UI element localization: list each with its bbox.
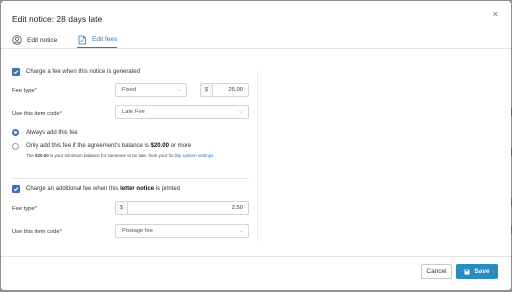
tab-edit-notice[interactable]: Edit notice [12,32,57,48]
generated-fee-type-select[interactable]: Fixed ⌵ [115,83,187,97]
select-value: Late Fee [122,109,145,115]
generated-fee-type-label: Fee type* [12,88,37,94]
conditional-fee-radio[interactable] [12,143,19,150]
close-icon[interactable]: × [493,9,498,19]
cancel-button[interactable]: Cancel [421,264,452,279]
check-icon [13,70,19,75]
conditional-fee-label: Only add this fee if the agreement's bal… [26,143,192,149]
generated-fee-checkbox[interactable] [12,68,20,76]
always-add-fee-label: Always add this fee [26,130,78,136]
check-icon [13,187,19,192]
select-value: Postage fee [122,228,153,234]
chevron-down-icon: ⌵ [177,87,181,93]
generated-item-code-select[interactable]: Late Fee ⌵ [115,105,249,119]
printed-item-code-label: Use this item code* [12,229,62,235]
always-add-fee-radio[interactable] [12,129,19,136]
printed-fee-checkbox[interactable] [12,185,20,193]
facility-settings-link[interactable]: facility system settings [169,153,214,158]
footer-divider [1,256,511,257]
edit-notice-dialog: Edit notice: 28 days late × Edit notice … [1,1,511,290]
currency-prefix: $ [116,202,128,214]
generated-fee-amount-input[interactable]: $ 25.00 [200,83,249,97]
tab-label: Edit notice [27,36,58,44]
person-circle-icon [12,35,22,45]
save-button-label: Save [474,268,490,275]
generated-fee-checkbox-label: Charge a fee when this notice is generat… [26,69,141,75]
save-button[interactable]: Save [456,264,498,279]
select-value: Fixed [122,87,137,93]
printed-fee-type-label: Fee type* [12,206,37,212]
amount-value: 25.00 [228,87,243,93]
chevron-down-icon: ⌵ [239,109,243,115]
dialog-title: Edit notice: 28 days late [12,14,103,24]
minimum-balance-hint: The $20.00 is your minimum balance for s… [26,153,214,158]
section-divider [12,178,249,179]
chevron-down-icon: ⌵ [239,228,243,234]
tab-edit-fees[interactable]: Edit fees [77,32,118,48]
currency-prefix: $ [201,84,213,96]
printed-fee-checkbox-label: Charge an additional fee when this lette… [26,186,181,192]
printed-fee-amount-input[interactable]: $ 2.50 [115,201,249,215]
tab-label: Edit fees [92,36,118,43]
tabs-divider [1,48,511,49]
tab-bar: Edit notice Edit fees [12,29,511,48]
floppy-disk-icon [464,269,470,274]
amount-value: 2.50 [231,205,243,211]
document-fee-icon [78,35,86,44]
printed-item-code-select[interactable]: Postage fee ⌵ [115,224,249,238]
generated-item-code-label: Use this item code* [12,111,62,117]
